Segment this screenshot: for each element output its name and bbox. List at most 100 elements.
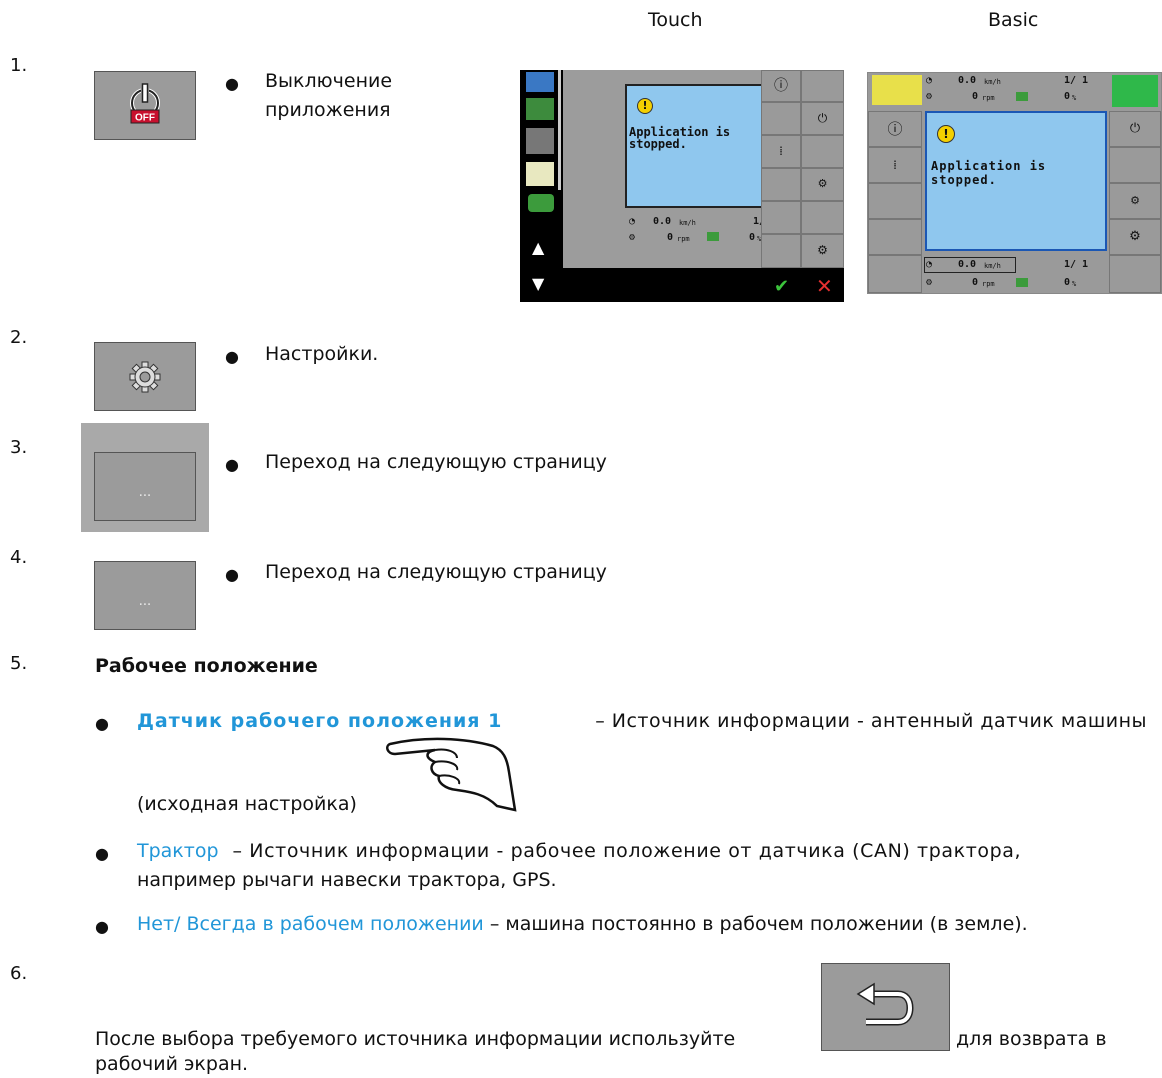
gear-icon bbox=[129, 361, 161, 393]
empty-button[interactable] bbox=[1109, 147, 1161, 183]
gear-icon: ⚙ bbox=[1129, 229, 1141, 244]
info-icon: ⓘ bbox=[887, 120, 903, 138]
bullet-line: Трактор – Источник информации - рабочее … bbox=[137, 837, 1147, 865]
section-text-line2: рабочий экран. bbox=[95, 1053, 249, 1075]
power-on-icon: ⏻ bbox=[1129, 121, 1141, 136]
off-label: OFF bbox=[135, 113, 155, 124]
tools-icon[interactable] bbox=[526, 72, 554, 92]
speedometer-icon: ◔ bbox=[926, 259, 933, 270]
speed-value: 0.0 bbox=[653, 216, 672, 227]
settings-button[interactable] bbox=[94, 342, 196, 411]
percent-value: 0 bbox=[1064, 91, 1071, 102]
empty-button[interactable] bbox=[868, 219, 922, 255]
speed-unit: km/h bbox=[984, 78, 1001, 86]
item-text-line1: Выключение bbox=[265, 70, 393, 92]
scrollbar[interactable] bbox=[558, 70, 561, 190]
sections-icon: ⁞ bbox=[779, 144, 783, 158]
touch-header: Touch bbox=[648, 9, 703, 31]
speed-value: 0.0 bbox=[958, 259, 977, 270]
tractor-link[interactable]: Трактор bbox=[137, 837, 219, 865]
tramline-icon bbox=[1112, 75, 1158, 107]
speedometer-icon: ◔ bbox=[926, 75, 933, 86]
bullet-text: – Источник информации - рабочее положени… bbox=[232, 840, 1022, 862]
up-arrow-icon[interactable]: ▲ bbox=[532, 238, 544, 257]
power-on-icon: ⏻ bbox=[817, 111, 828, 125]
bullet: ● bbox=[95, 917, 109, 936]
empty-button[interactable] bbox=[868, 183, 922, 219]
sensor-link[interactable]: Датчик рабочего положения 1 bbox=[137, 707, 502, 735]
empty-button[interactable] bbox=[801, 70, 844, 102]
close-icon[interactable]: ✕ bbox=[816, 274, 833, 298]
machine-icon bbox=[872, 75, 922, 105]
speed-unit: km/h bbox=[679, 219, 696, 227]
rpm-unit: rpm bbox=[982, 280, 995, 288]
item-text: Переход на следующую страницу bbox=[265, 451, 607, 473]
always-working-link[interactable]: Нет/ Всегда в рабочем положении bbox=[137, 913, 484, 935]
more-button[interactable]: ... bbox=[94, 452, 196, 521]
notes-icon[interactable] bbox=[526, 162, 554, 186]
pointing-hand-icon bbox=[386, 737, 517, 812]
work-position-button[interactable]: ⚙ bbox=[1109, 183, 1161, 219]
hopper-icon bbox=[707, 232, 719, 241]
item-number: 3. bbox=[10, 437, 28, 458]
bullet-text: – машина постоянно в рабочем положении (… bbox=[489, 913, 1028, 935]
page-indicator: 1/ 1 bbox=[1064, 259, 1089, 270]
basic-dialog: ! Application is stopped. bbox=[925, 111, 1107, 251]
percent-value: 0 bbox=[749, 232, 756, 243]
item-text: Настройки. bbox=[265, 343, 379, 365]
bullet-line: Нет/ Всегда в рабочем положении – машина… bbox=[137, 910, 1028, 938]
bullet: ● bbox=[225, 74, 239, 93]
basic-header: Basic bbox=[988, 9, 1039, 31]
item-text-line2: приложения bbox=[265, 99, 391, 121]
work-position-button[interactable]: ⚙ bbox=[801, 168, 844, 201]
empty-button[interactable] bbox=[801, 201, 844, 234]
rpm-value: 0 bbox=[667, 232, 674, 243]
tractor-icon[interactable] bbox=[528, 194, 554, 212]
bullet: ● bbox=[95, 844, 109, 863]
power-on-button[interactable]: ⏻ bbox=[801, 102, 844, 135]
empty-button[interactable] bbox=[761, 234, 801, 268]
speed-unit: km/h bbox=[984, 262, 1001, 270]
power-off-icon: OFF bbox=[130, 83, 160, 124]
bullet: ● bbox=[225, 565, 239, 584]
section-text-after: для возврата в bbox=[956, 1028, 1107, 1050]
touch-screen: ▲ ▼ ! Application is stopped. ◔ 0.0 km/h… bbox=[520, 70, 844, 302]
settings-button[interactable]: ⚙ bbox=[801, 234, 844, 268]
hopper-icon bbox=[1016, 278, 1028, 287]
empty-button[interactable] bbox=[801, 135, 844, 168]
machine-icon[interactable] bbox=[526, 128, 554, 154]
sections-icon: ⁞ bbox=[893, 158, 897, 172]
hopper-icon bbox=[1016, 92, 1028, 101]
info-button[interactable]: ⓘ bbox=[868, 111, 922, 147]
speedometer-icon: ◔ bbox=[629, 216, 636, 227]
empty-button[interactable] bbox=[868, 255, 922, 293]
section-number: 5. bbox=[10, 653, 28, 674]
settings-button[interactable]: ⚙ bbox=[1109, 219, 1161, 255]
power-on-button[interactable]: ⏻ bbox=[1109, 111, 1161, 147]
down-arrow-icon[interactable]: ▼ bbox=[532, 274, 544, 293]
check-icon[interactable]: ✔ bbox=[774, 276, 789, 297]
section-button[interactable]: ⁞ bbox=[868, 147, 922, 183]
section-number: 6. bbox=[10, 963, 28, 984]
info-button[interactable]: ⓘ bbox=[761, 70, 801, 102]
rpm-icon: ⚙ bbox=[926, 91, 933, 102]
item-number: 4. bbox=[10, 547, 28, 568]
work-position-icon: ⚙ bbox=[1130, 194, 1140, 207]
bullet: ● bbox=[225, 455, 239, 474]
section-button[interactable]: ⁞ bbox=[761, 135, 801, 168]
empty-button[interactable] bbox=[761, 168, 801, 201]
field-icon[interactable] bbox=[526, 98, 554, 120]
bullet-line: Датчик рабочего положения 1 – Источник и… bbox=[137, 707, 1147, 735]
bullet: ● bbox=[95, 714, 109, 733]
item-text: Переход на следующую страницу bbox=[265, 561, 607, 583]
power-off-button[interactable]: OFF bbox=[94, 71, 196, 140]
more-button[interactable]: ... bbox=[94, 561, 196, 630]
back-button[interactable] bbox=[821, 963, 950, 1051]
bullet-text: – Источник информации - антенный датчик … bbox=[595, 710, 1147, 732]
dialog-text-line2: stopped. bbox=[629, 137, 687, 151]
percent-unit: % bbox=[1072, 280, 1077, 288]
empty-button[interactable] bbox=[761, 102, 801, 135]
dialog-text-line1: Application is bbox=[931, 159, 1047, 173]
empty-button[interactable] bbox=[1109, 255, 1161, 293]
empty-button[interactable] bbox=[761, 201, 801, 234]
